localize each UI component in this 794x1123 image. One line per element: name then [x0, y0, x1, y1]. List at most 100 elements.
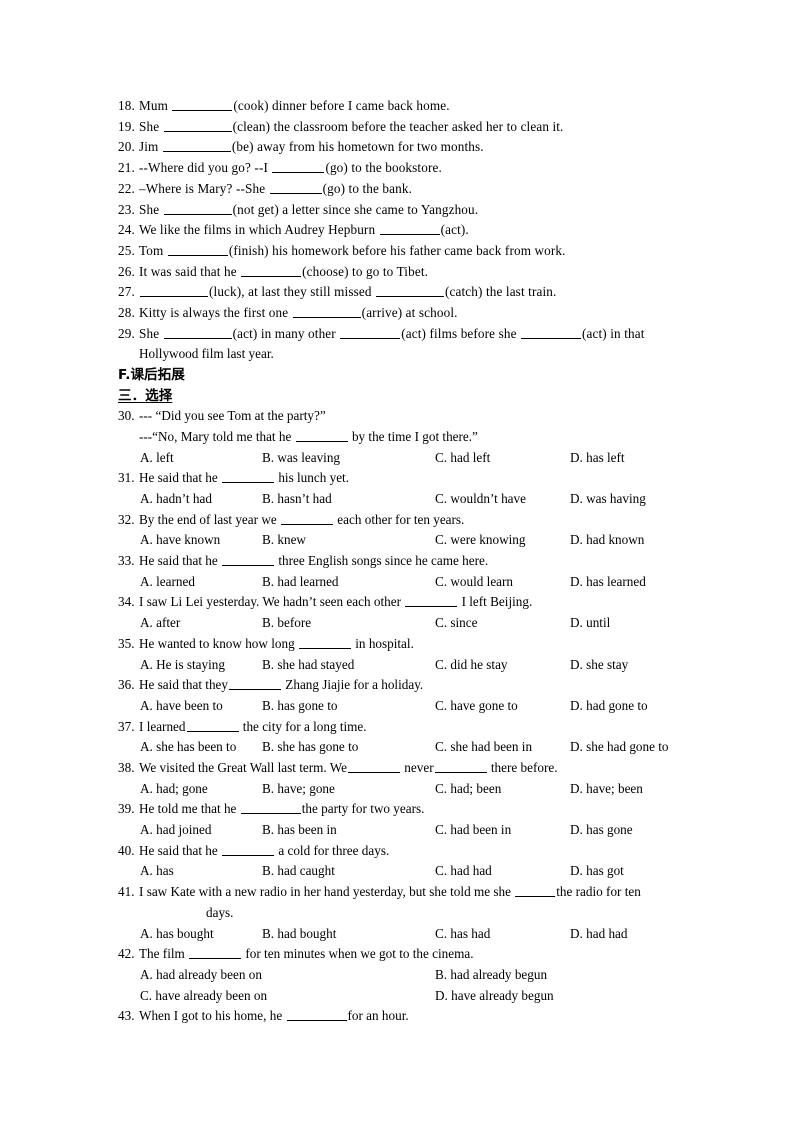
- option-choice[interactable]: A. He is staying: [140, 655, 225, 676]
- item-number: 32.: [118, 511, 135, 527]
- option-choice[interactable]: C. had been in: [435, 820, 511, 841]
- item-number: 35.: [118, 635, 135, 651]
- option-choice[interactable]: D. has learned: [570, 572, 646, 593]
- answer-blank[interactable]: [281, 512, 333, 525]
- option-choice[interactable]: B. she had stayed: [262, 655, 354, 676]
- item-text: He said that he: [139, 553, 222, 569]
- option-choice[interactable]: D. she stay: [570, 655, 628, 676]
- option-choice[interactable]: B. had already begun: [435, 965, 547, 986]
- answer-blank[interactable]: [286, 1008, 347, 1022]
- option-choice[interactable]: B. had learned: [262, 572, 339, 593]
- option-choice[interactable]: D. has gone: [570, 820, 633, 841]
- multiple-choice-item: 39. He told me that he the party for two …: [118, 799, 698, 840]
- option-choice[interactable]: D. until: [570, 613, 610, 634]
- item-text: Kitty is always the first one: [139, 305, 292, 321]
- question-stem: 38. We visited the Great Wall last term. …: [118, 758, 698, 779]
- option-choice[interactable]: B. had bought: [262, 924, 336, 945]
- answer-blank[interactable]: [272, 160, 325, 174]
- option-choice[interactable]: B. had caught: [262, 861, 335, 882]
- option-choice[interactable]: C. had had: [435, 861, 492, 882]
- option-choice[interactable]: D. had known: [570, 530, 644, 551]
- option-choice[interactable]: A. hadn’t had: [140, 489, 212, 510]
- option-choice[interactable]: A. had already been on: [140, 965, 262, 986]
- answer-blank[interactable]: [222, 470, 275, 484]
- option-choice[interactable]: B. has gone to: [262, 696, 337, 717]
- item-text: (not get) a letter since she came to Yan…: [232, 201, 479, 217]
- answer-blank[interactable]: [376, 284, 445, 298]
- option-choice[interactable]: C. she had been in: [435, 737, 532, 758]
- item-text: three English songs since he came here.: [275, 553, 489, 569]
- answer-blank[interactable]: [298, 636, 351, 649]
- answer-blank[interactable]: [162, 139, 231, 153]
- option-choice[interactable]: D. have; been: [570, 779, 643, 800]
- answer-blank[interactable]: [521, 326, 581, 339]
- option-choice[interactable]: B. have; gone: [262, 779, 335, 800]
- answer-blank[interactable]: [172, 98, 233, 112]
- option-choice[interactable]: D. has left: [570, 448, 625, 469]
- option-choice[interactable]: C. had; been: [435, 779, 501, 800]
- option-choice[interactable]: A. has bought: [140, 924, 214, 945]
- answer-blank[interactable]: [515, 884, 556, 898]
- option-choice[interactable]: B. she has gone to: [262, 737, 358, 758]
- answer-blank[interactable]: [434, 760, 487, 774]
- option-choice[interactable]: D. has got: [570, 861, 624, 882]
- answer-blank[interactable]: [340, 326, 401, 339]
- answer-blank[interactable]: [295, 429, 348, 442]
- option-choice[interactable]: C. since: [435, 613, 478, 634]
- answer-blank[interactable]: [222, 843, 275, 856]
- option-choice[interactable]: C. had left: [435, 448, 490, 469]
- option-choice[interactable]: A. she has been to: [140, 737, 236, 758]
- option-row: C. have already been on D. have already b…: [118, 986, 698, 1007]
- item-number: 33.: [118, 553, 135, 569]
- option-choice[interactable]: B. hasn’t had: [262, 489, 332, 510]
- option-choice[interactable]: C. wouldn’t have: [435, 489, 526, 510]
- option-choice[interactable]: A. learned: [140, 572, 195, 593]
- answer-blank[interactable]: [163, 326, 232, 339]
- option-row: A. has bought B. had bought C. has had D. h…: [118, 924, 698, 945]
- answer-blank[interactable]: [189, 946, 242, 960]
- answer-blank[interactable]: [348, 760, 400, 774]
- item-number: 19.: [118, 118, 135, 134]
- answer-blank[interactable]: [241, 264, 302, 277]
- option-choice[interactable]: C. have already been on: [140, 986, 267, 1007]
- option-choice[interactable]: B. before: [262, 613, 311, 634]
- option-choice[interactable]: D. had gone to: [570, 696, 648, 717]
- item-text: (arrive) at school.: [361, 305, 458, 321]
- option-choice[interactable]: C. has had: [435, 924, 490, 945]
- answer-blank[interactable]: [140, 284, 208, 298]
- option-choice[interactable]: A. after: [140, 613, 180, 634]
- option-choice[interactable]: A. have known: [140, 530, 220, 551]
- option-choice[interactable]: D. had had: [570, 924, 628, 945]
- item-text: (cook) dinner before I came back home.: [233, 98, 450, 113]
- answer-blank[interactable]: [186, 718, 239, 732]
- option-choice[interactable]: A. left: [140, 448, 174, 469]
- option-choice[interactable]: A. has: [140, 861, 174, 882]
- option-choice[interactable]: C. were knowing: [435, 530, 525, 551]
- answer-blank[interactable]: [229, 677, 281, 691]
- answer-blank[interactable]: [269, 181, 322, 194]
- fill-in-blank-item: 27. (luck), at last they still missed (ca…: [118, 282, 698, 303]
- answer-blank[interactable]: [405, 594, 458, 608]
- answer-blank[interactable]: [240, 801, 301, 815]
- answer-blank[interactable]: [222, 553, 275, 567]
- option-choice[interactable]: C. did he stay: [435, 655, 508, 676]
- item-text: Tom: [139, 242, 167, 258]
- item-text: (act).: [440, 222, 469, 238]
- answer-blank[interactable]: [163, 201, 232, 215]
- option-choice[interactable]: B. was leaving: [262, 448, 340, 469]
- answer-blank[interactable]: [167, 243, 228, 256]
- option-choice[interactable]: B. has been in: [262, 820, 337, 841]
- option-choice[interactable]: A. have been to: [140, 696, 223, 717]
- option-choice[interactable]: A. had; gone: [140, 779, 208, 800]
- answer-blank[interactable]: [163, 119, 232, 132]
- answer-blank[interactable]: [292, 305, 361, 319]
- item-text: The film: [139, 946, 189, 962]
- option-choice[interactable]: D. have already begun: [435, 986, 554, 1007]
- option-choice[interactable]: D. was having: [570, 489, 646, 510]
- option-choice[interactable]: D. she had gone to: [570, 737, 669, 758]
- answer-blank[interactable]: [379, 222, 440, 236]
- option-choice[interactable]: C. would learn: [435, 572, 513, 593]
- option-choice[interactable]: B. knew: [262, 530, 306, 551]
- option-choice[interactable]: A. had joined: [140, 820, 211, 841]
- option-choice[interactable]: C. have gone to: [435, 696, 518, 717]
